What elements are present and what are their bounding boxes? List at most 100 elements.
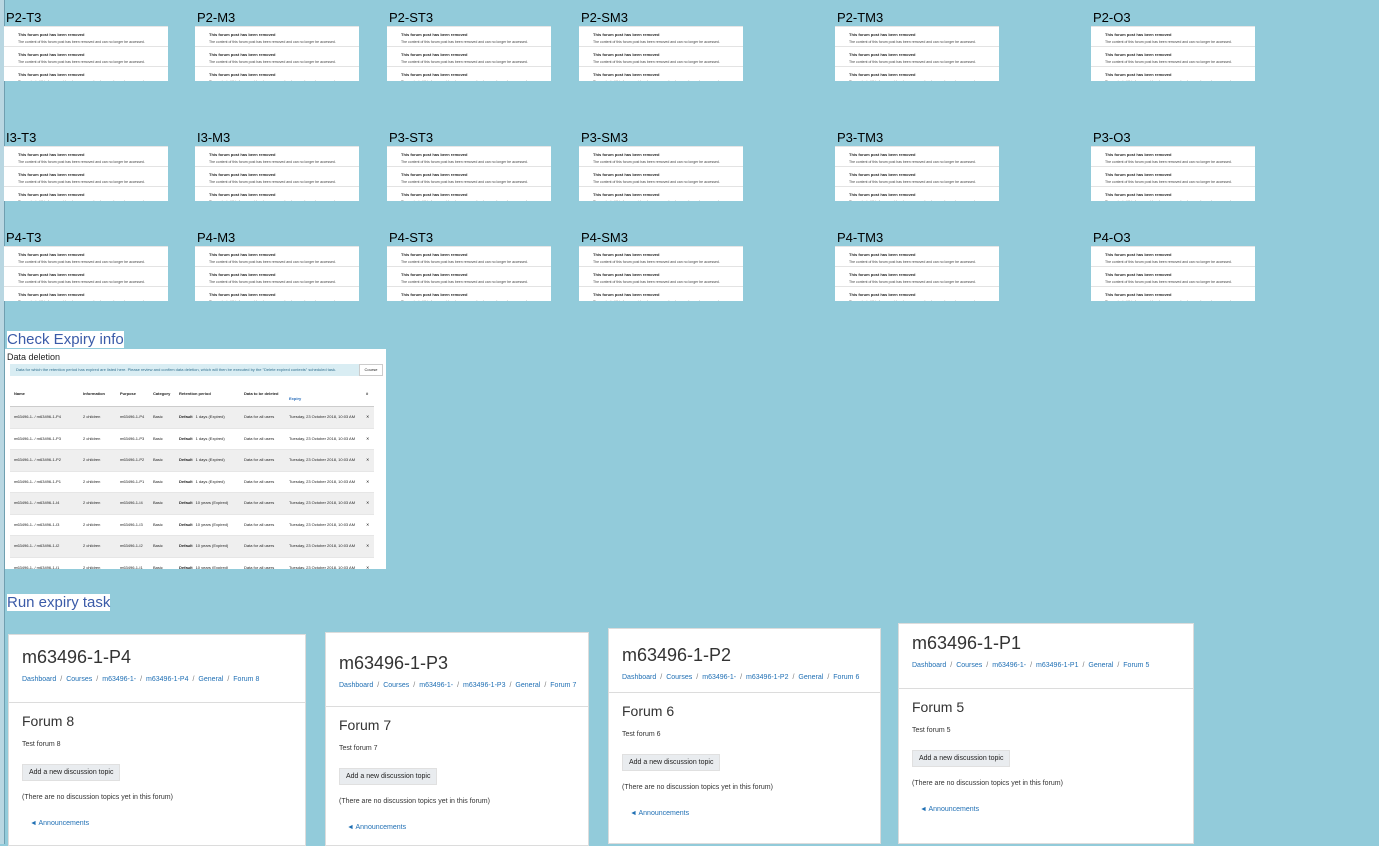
removed-post-body: The content of this forum post has been … (401, 60, 528, 64)
add-discussion-button[interactable]: Add a new discussion topic (912, 750, 1011, 767)
header-information[interactable]: Information (83, 391, 105, 396)
breadcrumb-link[interactable]: m63496-1- (102, 676, 136, 683)
removed-post: This forum post has been removedThe cont… (387, 247, 551, 267)
removed-post: This forum post has been removedThe cont… (579, 47, 743, 67)
row-expiry: Tuesday, 23 October 2018, 10:03 AM (289, 414, 356, 419)
removed-post-body: The content of this forum post has been … (401, 77, 551, 81)
retention-value: 10 years (Expired) (195, 564, 229, 570)
table-row: m63496-1- / m63496-1-I1 2 children m63496-… (10, 558, 374, 570)
removed-post: This forum post has been removedThe cont… (4, 267, 168, 287)
removed-post: This forum post has been removedThe cont… (195, 47, 359, 67)
row-select-checkbox[interactable]: ✕ (366, 479, 369, 484)
header-expiry[interactable]: Expiry (289, 396, 301, 401)
breadcrumb-link[interactable]: m63496-1- (992, 662, 1026, 669)
header-select: # (366, 391, 369, 396)
breadcrumb-link[interactable]: Forum 5 (1123, 662, 1149, 669)
row-select-checkbox[interactable]: ✕ (366, 565, 369, 570)
breadcrumb-link[interactable]: General (198, 676, 223, 683)
announcements-link[interactable]: ◄ Announcements (920, 806, 1180, 813)
add-discussion-button[interactable]: Add a new discussion topic (339, 768, 438, 785)
forum-description: Test forum 6 (622, 731, 661, 738)
breadcrumb-link[interactable]: Dashboard (912, 662, 946, 669)
breadcrumb-link[interactable]: m63496-1- (419, 682, 453, 689)
breadcrumb: Dashboard / Courses / m63496-1- / m63496-1-P3/… (339, 682, 576, 689)
row-name: m63496-1- / m63496-1-I1 (14, 564, 60, 570)
removed-post-body: The content of this forum post has been … (401, 280, 528, 284)
removed-post-title: This forum post has been removed (209, 172, 276, 177)
add-discussion-button[interactable]: Add a new discussion topic (22, 764, 121, 781)
forum-thumbnail: This forum post has been removed The cont… (4, 246, 168, 301)
breadcrumb-link[interactable]: m63496-1-P3 (463, 682, 505, 689)
row-select-checkbox[interactable]: ✕ (366, 457, 369, 462)
header-purpose[interactable]: Purpose (120, 391, 136, 396)
removed-post-body: The content of this forum post has been … (401, 180, 528, 184)
removed-post: This forum post has been removedThe cont… (835, 287, 999, 301)
breadcrumb-link[interactable]: Dashboard (339, 682, 373, 689)
removed-post-title: This forum post has been removed (849, 52, 916, 57)
removed-post: This forum post has been removedThe cont… (195, 187, 359, 201)
breadcrumb-link[interactable]: Courses (666, 674, 692, 681)
breadcrumb-link[interactable]: General (1088, 662, 1113, 669)
breadcrumb-separator: / (827, 674, 830, 681)
retention-value: 10 years (Expired) (195, 521, 229, 527)
table-row: m63496-1- / m63496-1-I2 2 children m63496-… (10, 536, 374, 558)
row-category: Basic (153, 457, 163, 462)
header-name[interactable]: Name (14, 391, 25, 396)
removed-post-body: The content of this forum post has been … (18, 40, 145, 44)
announcements-link[interactable]: ◄ Announcements (630, 810, 867, 817)
row-select-checkbox[interactable]: ✕ (366, 522, 369, 527)
announcements-link[interactable]: ◄ Announcements (347, 824, 575, 831)
breadcrumb-link[interactable]: Forum 8 (233, 676, 259, 683)
forum-thumbnail: This forum post has been removed The cont… (387, 146, 551, 201)
breadcrumb-link[interactable]: Courses (956, 662, 982, 669)
breadcrumb-link[interactable]: Courses (383, 682, 409, 689)
removed-post-body: The content of this forum post has been … (1105, 77, 1255, 81)
announcements-link[interactable]: ◄ Announcements (30, 820, 292, 827)
removed-post-body: The content of this forum post has been … (209, 297, 359, 301)
row-category: Basic (153, 478, 163, 484)
breadcrumb-link[interactable]: General (798, 674, 823, 681)
row-name: m63496-1- / m63496-1-I4 (14, 500, 60, 505)
removed-post: This forum post has been removedThe cont… (1091, 27, 1255, 47)
removed-post-title: This forum post has been removed (401, 172, 468, 177)
removed-post-body: The content of this forum post has been … (1105, 197, 1255, 201)
table-row: m63496-1- / m63496-1-P3 2 children m63496-… (10, 429, 374, 450)
breadcrumb-link[interactable]: Forum 7 (550, 682, 576, 689)
removed-post-title: This forum post has been removed (18, 152, 85, 157)
removed-post-body: The content of this forum post has been … (18, 297, 168, 301)
course-header: m63496-1-P2 Dashboard / Courses / m63496-1- / m… (609, 629, 880, 693)
course-button[interactable]: Course (359, 364, 383, 376)
header-category[interactable]: Category (153, 391, 170, 396)
breadcrumb-link[interactable]: Dashboard (22, 676, 56, 683)
row-name: m63496-1- / m63496-1-I2 (14, 543, 60, 548)
breadcrumb-link[interactable]: General (515, 682, 540, 689)
thumbnail-label: P4-T3 (6, 230, 42, 245)
breadcrumb-link[interactable]: m63496-1-P2 (746, 674, 788, 681)
breadcrumb-link[interactable]: Courses (66, 676, 92, 683)
header-retention[interactable]: Retention period (179, 391, 211, 396)
breadcrumb-link[interactable]: m63496-1-P1 (1036, 662, 1078, 669)
row-select-checkbox[interactable]: ✕ (366, 414, 369, 419)
removed-post-body: The content of this forum post has been … (593, 280, 720, 284)
removed-post-body: The content of this forum post has been … (209, 60, 336, 64)
breadcrumb-link[interactable]: Forum 6 (833, 674, 859, 681)
breadcrumb-separator: / (950, 662, 953, 669)
breadcrumb-link[interactable]: m63496-1-P4 (146, 676, 188, 683)
row-select-checkbox[interactable]: ✕ (366, 436, 369, 441)
removed-post-title: This forum post has been removed (1105, 32, 1172, 37)
row-select-checkbox[interactable]: ✕ (366, 500, 369, 505)
removed-post-title: This forum post has been removed (849, 152, 916, 157)
removed-post: This forum post has been removedThe cont… (195, 247, 359, 267)
removed-post: This forum post has been removedThe cont… (195, 287, 359, 301)
breadcrumb-link[interactable]: m63496-1- (702, 674, 736, 681)
add-discussion-button[interactable]: Add a new discussion topic (622, 754, 721, 771)
removed-post: This forum post has been removedThe cont… (4, 147, 168, 167)
header-data[interactable]: Data to be deleted (244, 391, 278, 396)
removed-post-body: The content of this forum post has been … (593, 40, 720, 44)
forum-page-card: m63496-1-P1 Dashboard / Courses / m63496-1- / m… (898, 623, 1194, 844)
thumbnail-label: P3-TM3 (837, 130, 884, 145)
breadcrumb: Dashboard / Courses / m63496-1- / m63496-1-P1/… (912, 662, 1180, 669)
breadcrumb-link[interactable]: Dashboard (622, 674, 656, 681)
row-data: Data for all users (244, 414, 275, 419)
row-select-checkbox[interactable]: ✕ (366, 543, 369, 548)
